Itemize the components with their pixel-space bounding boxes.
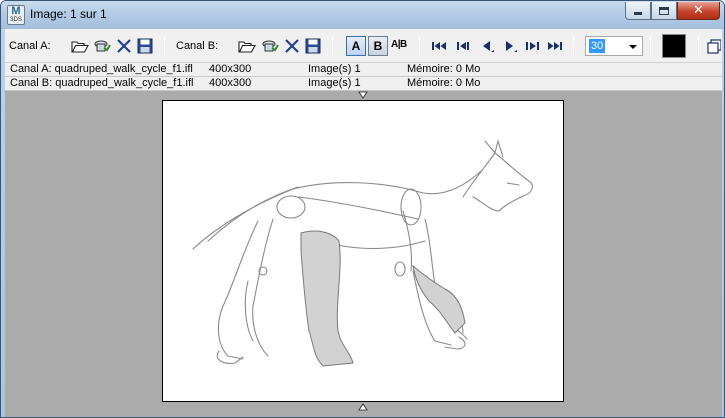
open-folder-icon[interactable] bbox=[71, 38, 89, 54]
channel-b-images: Image(s) 1 bbox=[308, 77, 361, 89]
view-icon[interactable] bbox=[261, 38, 279, 54]
app-icon[interactable]: M 3DS bbox=[7, 5, 25, 25]
toolbar-separator bbox=[332, 37, 333, 55]
chevron-down-icon[interactable] bbox=[629, 45, 637, 49]
toolbar-separator bbox=[164, 37, 165, 55]
next-frame-icon[interactable] bbox=[523, 38, 541, 54]
toolbar: Canal A: Canal B: A B A|B 30 bbox=[5, 29, 722, 63]
save-icon[interactable] bbox=[304, 38, 322, 54]
view-icon[interactable] bbox=[93, 38, 111, 54]
maximize-button[interactable] bbox=[651, 2, 677, 20]
channel-b-label: Canal B: bbox=[176, 40, 219, 52]
frame-number-select[interactable]: 30 bbox=[585, 36, 643, 56]
minimize-button[interactable] bbox=[625, 2, 651, 20]
image-canvas[interactable] bbox=[162, 100, 564, 402]
play-icon[interactable] bbox=[501, 38, 519, 54]
channel-b-info-row: Canal B: quadruped_walk_cycle_f1.ifl 400… bbox=[5, 77, 722, 91]
app-icon-letter: M bbox=[11, 5, 21, 17]
quadruped-sketch-image bbox=[192, 138, 533, 367]
split-handle-bottom-icon[interactable] bbox=[358, 403, 368, 411]
image-viewer-window: M 3DS Image: 1 sur 1 ✕ Canal A: Canal B:… bbox=[0, 0, 725, 418]
channel-b-memory: Mémoire: 0 Mo bbox=[407, 77, 481, 89]
channel-b-file: Canal B: quadruped_walk_cycle_f1.ifl bbox=[10, 77, 194, 89]
title-bar[interactable]: M 3DS Image: 1 sur 1 ✕ bbox=[1, 1, 724, 29]
channel-a-label: Canal A: bbox=[9, 40, 51, 52]
toolbar-separator bbox=[650, 37, 651, 55]
channel-a-memory: Mémoire: 0 Mo bbox=[407, 63, 481, 75]
channel-a-file: Canal A: quadruped_walk_cycle_f1.ifl bbox=[10, 63, 193, 75]
frame-number-value: 30 bbox=[589, 39, 606, 53]
close-icon: ✕ bbox=[693, 3, 704, 18]
channel-info-panel: Canal A: quadruped_walk_cycle_f1.ifl 400… bbox=[5, 63, 722, 91]
clear-icon[interactable] bbox=[283, 38, 301, 54]
clone-window-icon[interactable] bbox=[707, 38, 721, 54]
window-title: Image: 1 sur 1 bbox=[30, 7, 107, 21]
previous-frame-icon[interactable] bbox=[455, 38, 473, 54]
toolbar-separator bbox=[698, 37, 699, 55]
app-icon-sub: 3DS bbox=[10, 17, 22, 23]
channel-a-toggle[interactable]: A bbox=[346, 36, 366, 56]
split-screen-toggle[interactable]: A|B bbox=[391, 39, 407, 50]
open-folder-icon[interactable] bbox=[238, 38, 256, 54]
toolbar-separator bbox=[419, 37, 420, 55]
split-handle-top-icon[interactable] bbox=[358, 91, 368, 99]
minimize-icon bbox=[634, 12, 642, 15]
clear-icon[interactable] bbox=[115, 38, 133, 54]
play-reverse-icon[interactable] bbox=[479, 38, 497, 54]
client-area: Canal A: Canal B: A B A|B 30 Canal A: qu… bbox=[5, 29, 722, 417]
close-window-button[interactable]: ✕ bbox=[677, 2, 720, 20]
channel-a-size: 400x300 bbox=[209, 63, 252, 75]
channel-b-size: 400x300 bbox=[209, 77, 252, 89]
channel-a-images: Image(s) 1 bbox=[308, 63, 361, 75]
first-frame-icon[interactable] bbox=[431, 38, 449, 54]
window-controls: ✕ bbox=[625, 2, 720, 21]
channel-a-info-row: Canal A: quadruped_walk_cycle_f1.ifl 400… bbox=[5, 63, 722, 77]
maximize-icon bbox=[659, 6, 669, 15]
channel-b-toggle[interactable]: B bbox=[368, 36, 388, 56]
toolbar-separator bbox=[573, 37, 574, 55]
background-color-swatch[interactable] bbox=[662, 34, 686, 58]
last-frame-icon[interactable] bbox=[545, 38, 563, 54]
save-icon[interactable] bbox=[136, 38, 154, 54]
